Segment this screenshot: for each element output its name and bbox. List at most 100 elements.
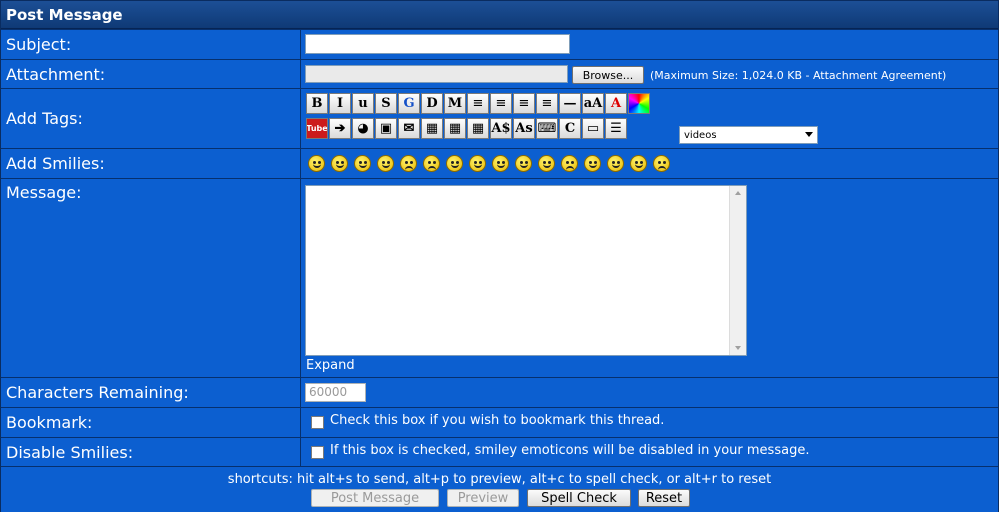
- bookmark-row: Bookmark: Check this box if you wish to …: [1, 407, 998, 437]
- table-icon[interactable]: ▦: [421, 118, 443, 139]
- underline-icon[interactable]: u: [352, 93, 374, 114]
- shadow-icon[interactable]: D: [421, 93, 443, 114]
- bookmark-text: Check this box if you wish to bookmark t…: [330, 413, 665, 428]
- tags-row: Add Tags: BIuSGDM≡≡≡≡—aAA◉ Tube➔◕▣✉▦▦▦A$…: [1, 88, 998, 148]
- smiley-face: [514, 155, 532, 172]
- align-right-icon[interactable]: ≡: [536, 93, 558, 114]
- form-header: Post Message: [1, 1, 998, 29]
- smiley-face: [606, 155, 624, 172]
- browse-button[interactable]: Browse...: [572, 66, 644, 84]
- typewriter-icon[interactable]: ⌨: [536, 118, 558, 139]
- smiley-face: [353, 155, 371, 172]
- smiley-face: [491, 155, 509, 172]
- list-icon[interactable]: ☰: [605, 118, 627, 139]
- chars-label: Characters Remaining:: [1, 378, 301, 407]
- smiley-icon[interactable]: [444, 154, 464, 174]
- videos-dropdown[interactable]: videos: [679, 126, 818, 144]
- align-left-icon[interactable]: ≡: [467, 93, 489, 114]
- smiley-face: [445, 155, 463, 172]
- globe-link-icon[interactable]: ◕: [352, 118, 374, 139]
- italic-icon[interactable]: I: [329, 93, 351, 114]
- message-scrollbar[interactable]: [729, 186, 746, 355]
- smiley-icon[interactable]: [398, 154, 418, 174]
- disable-smilies-row: Disable Smilies: If this box is checked,…: [1, 437, 998, 466]
- chars-row: Characters Remaining: 60000: [1, 377, 998, 407]
- arrow-icon[interactable]: ➔: [329, 118, 351, 139]
- attachment-label: Attachment:: [1, 60, 301, 88]
- scroll-up-icon[interactable]: [735, 191, 741, 195]
- smiley-icon[interactable]: [628, 154, 648, 174]
- scroll-down-icon[interactable]: [735, 346, 741, 350]
- smiley-face: [560, 155, 578, 172]
- disable-smilies-label: Disable Smilies:: [1, 438, 301, 466]
- chars-remaining-field: 60000: [305, 383, 366, 402]
- message-textarea[interactable]: [305, 185, 747, 356]
- horizontal-rule-icon[interactable]: —: [559, 93, 581, 114]
- font-color-icon[interactable]: A: [605, 93, 627, 114]
- smiley-face: [376, 155, 394, 172]
- smiley-icon[interactable]: [513, 154, 533, 174]
- image-icon[interactable]: ▣: [375, 118, 397, 139]
- table-cell-icon[interactable]: ▦: [467, 118, 489, 139]
- table-row-icon[interactable]: ▦: [444, 118, 466, 139]
- bookmark-label: Bookmark:: [1, 408, 301, 437]
- smiley-face: [307, 155, 325, 172]
- smiley-icon[interactable]: [352, 154, 372, 174]
- shortcuts-text: shortcuts: hit alt+s to send, alt+p to p…: [227, 472, 772, 487]
- tags-label: Add Tags:: [1, 89, 301, 148]
- post-message-button[interactable]: Post Message: [311, 489, 439, 507]
- attachment-file-input[interactable]: [305, 65, 568, 83]
- subject-row: Subject:: [1, 29, 998, 59]
- smiley-face: [399, 155, 417, 172]
- smiley-icon[interactable]: [467, 154, 487, 174]
- toolbar-row-2: Tube ➔ ◕ ▣ ✉ ▦ ▦ ▦ A$ As ⌨ C ▭ ☰: [306, 118, 627, 139]
- smiley-face: [629, 155, 647, 172]
- font-size-icon[interactable]: aA: [582, 93, 604, 114]
- color-wheel-icon[interactable]: ◉: [628, 93, 650, 114]
- marquee-icon[interactable]: M: [444, 93, 466, 114]
- disable-smilies-checkbox[interactable]: [311, 446, 324, 459]
- copyright-icon[interactable]: C: [559, 118, 581, 139]
- chevron-down-icon: [805, 132, 813, 137]
- smilies-list: [305, 149, 998, 178]
- smiley-face: [422, 155, 440, 172]
- smiley-icon[interactable]: [605, 154, 625, 174]
- smiley-face: [537, 155, 555, 172]
- superscript-icon[interactable]: A$: [490, 118, 512, 139]
- youtube-icon[interactable]: Tube: [306, 118, 328, 139]
- smiley-icon[interactable]: [421, 154, 441, 174]
- smiley-icon[interactable]: [306, 154, 326, 174]
- expand-link[interactable]: Expand: [306, 358, 355, 373]
- subject-input[interactable]: [305, 34, 570, 54]
- smiley-face: [330, 155, 348, 172]
- smiley-icon[interactable]: [651, 154, 671, 174]
- message-row: Message: Expand: [1, 178, 998, 377]
- toolbar-row-1: BIuSGDM≡≡≡≡—aAA◉: [306, 93, 650, 114]
- post-message-form: Post Message Subject: Attachment: Browse…: [0, 0, 999, 512]
- smiley-icon[interactable]: [329, 154, 349, 174]
- smiley-icon[interactable]: [582, 154, 602, 174]
- preview-button[interactable]: Preview: [447, 489, 519, 507]
- bold-icon[interactable]: B: [306, 93, 328, 114]
- spell-check-button[interactable]: Spell Check: [527, 489, 631, 507]
- align-justify-icon[interactable]: ≡: [490, 93, 512, 114]
- smiley-icon[interactable]: [559, 154, 579, 174]
- smiley-icon[interactable]: [490, 154, 510, 174]
- videos-dropdown-value: videos: [684, 129, 717, 141]
- smiley-icon[interactable]: [536, 154, 556, 174]
- smiley-face: [583, 155, 601, 172]
- align-center-icon[interactable]: ≡: [513, 93, 535, 114]
- smiley-face: [652, 155, 670, 172]
- smilies-row: Add Smilies:: [1, 148, 998, 178]
- reset-button[interactable]: Reset: [638, 489, 690, 507]
- attachment-row: Attachment: Browse... (Maximum Size: 1,0…: [1, 59, 998, 88]
- email-icon[interactable]: ✉: [398, 118, 420, 139]
- smiley-icon[interactable]: [375, 154, 395, 174]
- message-label: Message:: [1, 179, 301, 377]
- bookmark-checkbox[interactable]: [311, 416, 324, 429]
- strikethrough-icon[interactable]: S: [375, 93, 397, 114]
- subscript-icon[interactable]: As: [513, 118, 535, 139]
- glow-icon[interactable]: G: [398, 93, 420, 114]
- disable-smilies-text: If this box is checked, smiley emoticons…: [330, 443, 810, 458]
- quote-icon[interactable]: ▭: [582, 118, 604, 139]
